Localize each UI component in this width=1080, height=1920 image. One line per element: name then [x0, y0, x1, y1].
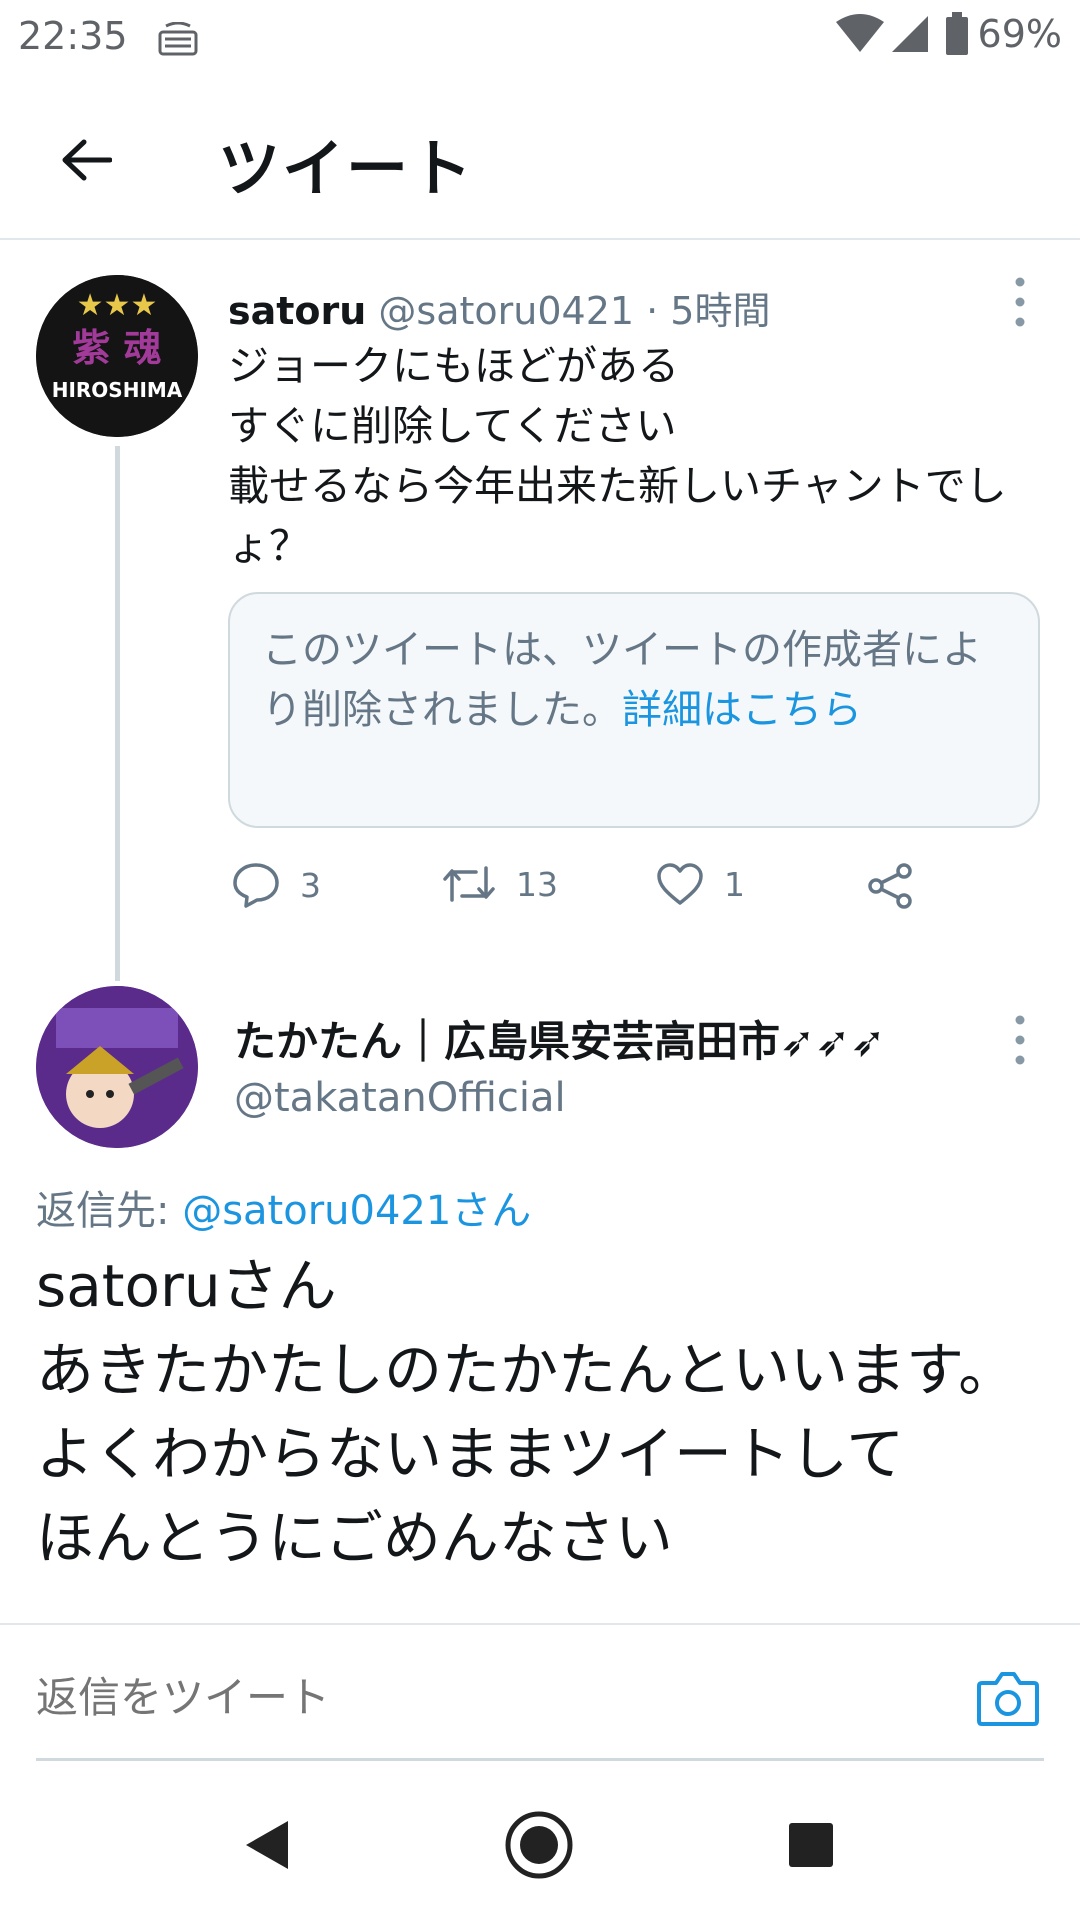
battery-percent: 69% [977, 12, 1062, 56]
nav-recents-button[interactable] [766, 1800, 856, 1890]
retweet-icon [443, 866, 495, 902]
square-recents-icon [789, 1823, 833, 1867]
share-button[interactable] [866, 862, 916, 910]
home-circle-icon [505, 1811, 573, 1879]
triangle-back-icon [246, 1821, 288, 1869]
arrow-left-icon [62, 139, 112, 181]
nav-back-button[interactable] [222, 1800, 312, 1890]
avatar[interactable] [36, 986, 198, 1148]
like-button[interactable]: 1 [656, 862, 745, 906]
replying-to: 返信先: @satoru0421さん [36, 1178, 531, 1236]
tweet-actions: 3 13 1 [232, 862, 932, 922]
learn-more-link[interactable]: 詳細はこちら [622, 687, 862, 733]
wifi-icon [835, 14, 884, 52]
user-handle[interactable]: @takatanOfficial [234, 1075, 566, 1121]
reply-icon [233, 863, 279, 908]
replying-to-label: 返信先: [36, 1188, 183, 1234]
tweet-header: satoru @satoru0421 · 5時間 [228, 280, 770, 335]
more-options-icon[interactable] [1005, 1010, 1035, 1070]
thread-line [115, 446, 120, 981]
status-bar: 22:35 69% [0, 0, 1080, 76]
user-name[interactable]: satoru [228, 289, 366, 333]
avatar-text-bottom: HIROSHIMA [52, 378, 183, 402]
page-title: ツイート [218, 132, 475, 205]
status-time: 22:35 [18, 14, 128, 58]
more-options-icon[interactable] [1005, 272, 1035, 332]
mascot-avatar-image [36, 986, 198, 1148]
signal-icon [891, 16, 928, 52]
avatar-image: ★★★ 紫 魂 HIROSHIMA [36, 275, 198, 437]
reply-composer [0, 1623, 1080, 1761]
camera-icon[interactable] [976, 1669, 1040, 1727]
battery-icon [945, 12, 968, 55]
avatar[interactable]: ★★★ 紫 魂 HIROSHIMA [36, 275, 198, 437]
reply-input[interactable] [36, 1673, 559, 1722]
user-name[interactable]: たかたん｜広島県安芸高田市➶➶➶ [234, 1008, 886, 1069]
tweet-text: ジョークにもほどがある すぐに削除してください 載せるなら今年出来た新しいチャン… [228, 342, 1007, 570]
heart-icon [657, 863, 703, 905]
svg-text:★★★: ★★★ [77, 288, 158, 323]
reply-button[interactable]: 3 [232, 862, 321, 908]
replying-to-link[interactable]: @satoru0421さん [182, 1188, 531, 1234]
share-icon [868, 863, 912, 909]
keyboard-icon [158, 22, 198, 56]
avatar-text-top: 紫 魂 [72, 325, 161, 370]
system-nav-bar [0, 1760, 1080, 1920]
like-count: 1 [724, 864, 745, 904]
deleted-quote-card[interactable]: このツイートは、ツイートの作成者により削除されました。詳細はこちら [228, 592, 1040, 828]
retweet-button[interactable]: 13 [442, 862, 558, 906]
retweet-count: 13 [516, 864, 558, 904]
app-bar: ツイート [0, 80, 1080, 240]
reply-count: 3 [300, 865, 321, 905]
nav-home-button[interactable] [494, 1800, 584, 1890]
tweet-text: satoruさん あきたかたしのたかたんといいます。 よくわからないままツイート… [36, 1252, 1017, 1572]
back-button[interactable] [56, 130, 116, 190]
user-handle-time[interactable]: @satoru0421 · 5時間 [378, 289, 770, 333]
